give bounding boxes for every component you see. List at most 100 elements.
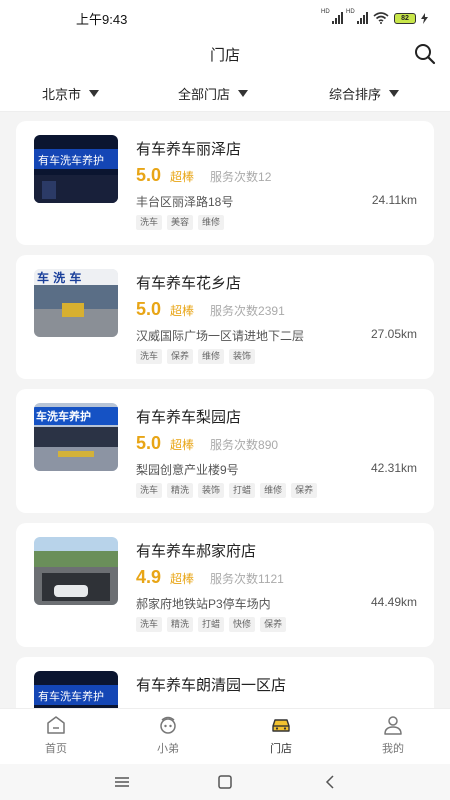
rating-score: 5.0 bbox=[136, 433, 162, 453]
store-photo: 有车洗车养护 bbox=[34, 135, 118, 203]
store-photo-sign: 有车洗车养护 bbox=[38, 689, 104, 703]
service-count: 服务次数1121 bbox=[210, 572, 284, 586]
system-navigation-bar bbox=[0, 764, 450, 800]
car-icon bbox=[272, 719, 290, 732]
home-icon bbox=[47, 716, 65, 734]
filter-bar: 北京市 全部门店 综合排序 bbox=[0, 72, 450, 112]
store-address: 郝家府地铁站P3停车场内 bbox=[136, 597, 271, 611]
store-photo: 车 洗 车 bbox=[34, 269, 118, 337]
rating-row: 5.0 超棒 服务次数12 bbox=[136, 165, 271, 186]
service-tag: 美容 bbox=[167, 215, 194, 230]
service-tag: 装饰 bbox=[198, 483, 225, 498]
sort-filter-label: 综合排序 bbox=[329, 87, 382, 102]
store-card[interactable]: 有车养车郝家府店 4.9 超棒 服务次数1121 郝家府地铁站P3停车场内 44… bbox=[16, 523, 434, 647]
rating-row: 5.0 超棒 服务次数890 bbox=[136, 433, 278, 454]
store-card[interactable]: 车 洗 车 有车养车花乡店 5.0 超棒 服务次数2391 汉威国际广场一区请进… bbox=[16, 255, 434, 379]
wifi-icon bbox=[373, 12, 389, 24]
status-icons: HD HD 82 bbox=[321, 9, 428, 24]
service-tags: 洗车 美容 维修 bbox=[136, 215, 225, 230]
caret-down-icon bbox=[389, 90, 400, 97]
back-icon[interactable] bbox=[322, 774, 340, 790]
store-card[interactable]: 有车洗车养护 有车养车丽泽店 5.0 超棒 服务次数12 丰台区丽泽路18号 2… bbox=[16, 121, 434, 245]
service-tag: 打蜡 bbox=[198, 617, 225, 632]
store-name: 有车养车朗清园一区店 bbox=[136, 677, 287, 694]
battery-icon: 82 bbox=[394, 12, 416, 24]
service-tag: 保养 bbox=[260, 617, 287, 632]
status-time: 上午9:43 bbox=[76, 11, 128, 27]
service-count: 服务次数890 bbox=[210, 438, 279, 452]
home-button-icon[interactable] bbox=[216, 774, 234, 790]
store-list: 有车洗车养护 有车养车丽泽店 5.0 超棒 服务次数12 丰台区丽泽路18号 2… bbox=[0, 112, 450, 708]
service-count: 服务次数2391 bbox=[210, 304, 285, 318]
store-address: 丰台区丽泽路18号 bbox=[136, 195, 234, 209]
store-address: 汉威国际广场一区请进地下二层 bbox=[136, 329, 305, 343]
menu-icon[interactable] bbox=[113, 774, 131, 790]
rating-score: 4.9 bbox=[136, 567, 162, 587]
service-tag: 打蜡 bbox=[229, 483, 256, 498]
tab-stores-label: 门店 bbox=[270, 743, 292, 755]
store-photo: 有车洗车养护 bbox=[34, 671, 118, 708]
service-tag: 洗车 bbox=[136, 349, 163, 364]
caret-down-icon bbox=[89, 90, 100, 97]
store-distance: 27.05km bbox=[370, 327, 417, 341]
store-distance: 44.49km bbox=[370, 595, 417, 609]
tab-home[interactable]: 首页 bbox=[26, 714, 86, 756]
rating-score: 5.0 bbox=[136, 165, 162, 185]
charging-icon bbox=[421, 12, 428, 24]
store-type-filter-label: 全部门店 bbox=[178, 87, 231, 102]
service-tag: 洗车 bbox=[136, 617, 163, 632]
store-distance: 24.11km bbox=[371, 193, 417, 207]
rating-grade: 超棒 bbox=[170, 170, 195, 184]
store-distance: 42.31km bbox=[370, 461, 417, 475]
service-tag: 维修 bbox=[260, 483, 287, 498]
service-tag: 装饰 bbox=[229, 349, 256, 364]
search-icon[interactable] bbox=[412, 41, 438, 67]
service-tags: 洗车 保养 维修 装饰 bbox=[136, 349, 256, 364]
service-tag: 维修 bbox=[198, 215, 225, 230]
assistant-icon bbox=[160, 716, 176, 734]
rating-grade: 超棒 bbox=[170, 572, 195, 586]
user-icon bbox=[384, 716, 402, 735]
store-photo-sign: 有车洗车养护 bbox=[38, 153, 104, 167]
service-tag: 保养 bbox=[167, 349, 194, 364]
tab-assistant-label: 小弟 bbox=[157, 743, 179, 755]
store-name: 有车养车郝家府店 bbox=[136, 543, 257, 560]
store-photo bbox=[34, 537, 118, 605]
store-card[interactable]: 有车洗车养护 有车养车朗清园一区店 bbox=[16, 657, 434, 708]
store-name: 有车养车丽泽店 bbox=[136, 141, 242, 158]
service-tag: 快修 bbox=[229, 617, 256, 632]
service-count: 服务次数12 bbox=[210, 170, 272, 184]
rating-row: 5.0 超棒 服务次数2391 bbox=[136, 299, 285, 320]
bottom-tab-bar: 首页 小弟 门店 我的 bbox=[0, 708, 450, 764]
service-tags: 洗车 精洗 装饰 打蜡 维修 保养 bbox=[136, 483, 318, 498]
service-tag: 精洗 bbox=[167, 483, 194, 498]
caret-down-icon bbox=[238, 90, 249, 97]
rating-grade: 超棒 bbox=[170, 438, 195, 452]
service-tag: 保养 bbox=[291, 483, 318, 498]
tab-home-label: 首页 bbox=[45, 743, 67, 755]
tab-assistant[interactable]: 小弟 bbox=[138, 714, 198, 756]
store-type-filter[interactable]: 全部门店 bbox=[178, 84, 249, 103]
rating-row: 4.9 超棒 服务次数1121 bbox=[136, 567, 284, 588]
signal-icon: HD bbox=[321, 9, 343, 24]
city-filter[interactable]: 北京市 bbox=[42, 84, 100, 103]
store-photo: 车洗车养护 bbox=[34, 403, 118, 471]
page-title: 门店 bbox=[209, 47, 240, 64]
rating-grade: 超棒 bbox=[170, 304, 195, 318]
store-photo-sign: 车 洗 车 bbox=[37, 270, 81, 285]
tab-profile[interactable]: 我的 bbox=[363, 714, 423, 756]
city-filter-label: 北京市 bbox=[42, 87, 82, 102]
signal-icon: HD bbox=[346, 9, 368, 24]
store-name: 有车养车花乡店 bbox=[136, 275, 242, 292]
rating-score: 5.0 bbox=[136, 299, 162, 319]
store-address: 梨园创意产业楼9号 bbox=[136, 463, 239, 477]
service-tag: 精洗 bbox=[167, 617, 194, 632]
tab-profile-label: 我的 bbox=[382, 743, 404, 755]
sort-filter[interactable]: 综合排序 bbox=[329, 84, 400, 103]
status-bar: 上午9:43 HD HD 82 bbox=[0, 0, 450, 36]
service-tag: 维修 bbox=[198, 349, 225, 364]
store-name: 有车养车梨园店 bbox=[136, 409, 242, 426]
title-bar: 门店 bbox=[0, 36, 450, 72]
store-card[interactable]: 车洗车养护 有车养车梨园店 5.0 超棒 服务次数890 梨园创意产业楼9号 4… bbox=[16, 389, 434, 513]
tab-stores[interactable]: 门店 bbox=[251, 714, 311, 756]
